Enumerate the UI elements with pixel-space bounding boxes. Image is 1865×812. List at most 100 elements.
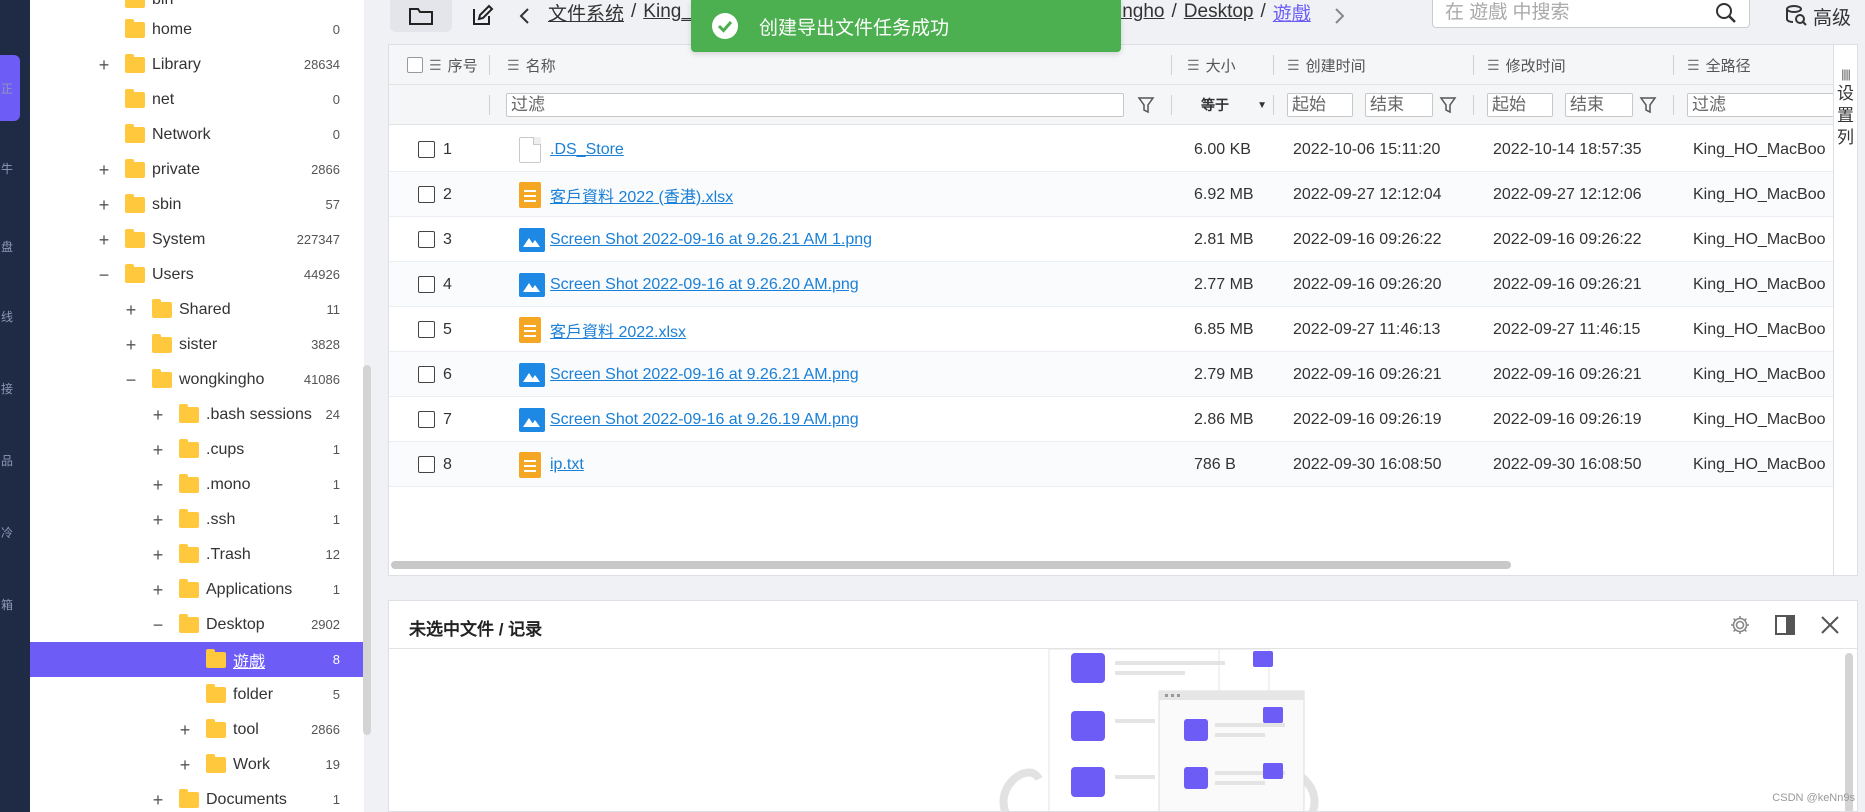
file-name-link[interactable]: 客戶資料 2022.xlsx — [550, 318, 686, 342]
column-header-index[interactable]: 序号 — [448, 55, 478, 76]
collapse-icon[interactable]: − — [97, 266, 111, 284]
tree-item[interactable]: + System 227347 — [30, 222, 364, 257]
tree-item[interactable]: + Applications 1 — [30, 572, 364, 607]
expand-icon[interactable]: + — [151, 581, 165, 599]
advanced-search-button[interactable]: 高级 — [1772, 0, 1864, 32]
column-divider[interactable] — [1171, 55, 1172, 75]
column-divider[interactable] — [1673, 55, 1674, 75]
rail-glyph[interactable]: 冷 — [0, 524, 14, 541]
rail-glyph[interactable]: 正 — [0, 80, 14, 97]
expand-icon[interactable]: + — [178, 721, 192, 739]
detail-scrollbar[interactable] — [1845, 653, 1853, 811]
tree-item[interactable]: + sbin 57 — [30, 187, 364, 222]
file-name-link[interactable]: 客戶資料 2022 (香港).xlsx — [550, 183, 733, 207]
tree-scrollbar[interactable] — [363, 365, 371, 735]
expand-icon[interactable]: + — [151, 406, 165, 424]
expand-icon[interactable]: + — [151, 476, 165, 494]
size-operator-select[interactable]: 等于 ▼ — [1185, 93, 1271, 117]
file-name-link[interactable]: Screen Shot 2022-09-16 at 9.26.21 AM.png — [550, 366, 859, 384]
search-input[interactable] — [1445, 2, 1705, 24]
expand-icon[interactable]: + — [124, 336, 138, 354]
tree-item[interactable]: − Users 44926 — [30, 257, 364, 292]
breadcrumb-current[interactable]: 遊戲 — [1273, 0, 1311, 26]
column-menu-icon[interactable]: ☰ — [507, 57, 520, 74]
file-name-link[interactable]: Screen Shot 2022-09-16 at 9.26.21 AM 1.p… — [550, 231, 872, 249]
filter-icon[interactable] — [1439, 96, 1457, 114]
table-row[interactable]: 1 .DS_Store 6.00 KB 2022-10-06 15:11:20 2022… — [389, 127, 1834, 172]
panel-toggle-icon[interactable] — [1774, 614, 1796, 636]
tree-item[interactable]: + tool 2866 — [30, 712, 364, 747]
tree-item[interactable]: + .mono 1 — [30, 467, 364, 502]
tree-item[interactable]: + Library 28634 — [30, 47, 364, 82]
tree-item[interactable]: folder 5 — [30, 677, 364, 712]
row-checkbox[interactable] — [418, 276, 435, 293]
tree-item[interactable]: + Shared 11 — [30, 292, 364, 327]
tree-item[interactable]: + .bash sessions 24 — [30, 397, 364, 432]
tree-item[interactable]: + .Trash 12 — [30, 537, 364, 572]
tree-item[interactable]: + private 2866 — [30, 152, 364, 187]
horizontal-scrollbar[interactable] — [389, 559, 1834, 569]
gear-icon[interactable] — [1729, 614, 1751, 636]
modified-start-input[interactable] — [1487, 93, 1553, 117]
back-button[interactable] — [512, 0, 536, 32]
tree-item[interactable]: Network 0 — [30, 117, 364, 152]
collapse-icon[interactable]: − — [124, 371, 138, 389]
rail-glyph[interactable]: 接 — [0, 380, 14, 397]
tree-item[interactable]: + Work 19 — [30, 747, 364, 782]
row-checkbox[interactable] — [418, 231, 435, 248]
breadcrumb-item[interactable]: ingho — [1118, 1, 1165, 23]
expand-icon[interactable]: + — [124, 301, 138, 319]
column-divider[interactable] — [489, 55, 490, 75]
expand-icon[interactable]: + — [151, 791, 165, 809]
table-row[interactable]: 8 ip.txt 786 B 2022-09-30 16:08:50 2022-09-3… — [389, 442, 1834, 487]
column-menu-icon[interactable]: ☰ — [1687, 57, 1700, 74]
tree-item[interactable]: − Desktop 2902 — [30, 607, 364, 642]
rail-glyph[interactable]: 牛 — [0, 160, 14, 177]
expand-icon[interactable]: + — [97, 231, 111, 249]
expand-icon[interactable]: + — [178, 756, 192, 774]
breadcrumb-item[interactable]: Desktop — [1184, 1, 1254, 23]
horizontal-scrollbar-thumb[interactable] — [391, 561, 1511, 569]
file-name-link[interactable]: ip.txt — [550, 456, 584, 474]
search-icon[interactable] — [1715, 2, 1737, 24]
modified-end-input[interactable] — [1565, 93, 1633, 117]
table-row[interactable]: 3 Screen Shot 2022-09-16 at 9.26.21 AM 1.… — [389, 217, 1834, 262]
breadcrumb-item[interactable]: 文件系统 — [548, 0, 624, 26]
row-checkbox[interactable] — [418, 411, 435, 428]
column-menu-icon[interactable]: ☰ — [1487, 57, 1500, 74]
tree-item[interactable]: 遊戲 8 — [30, 642, 364, 677]
created-start-input[interactable] — [1287, 93, 1353, 117]
path-filter-input[interactable] — [1687, 93, 1837, 117]
rail-glyph[interactable]: 箱 — [0, 596, 14, 613]
tree-item[interactable]: + Documents 1 — [30, 782, 364, 812]
column-header-path[interactable]: 全路径 — [1706, 55, 1751, 76]
table-row[interactable]: 6 Screen Shot 2022-09-16 at 9.26.21 AM.pn… — [389, 352, 1834, 397]
row-checkbox[interactable] — [418, 366, 435, 383]
row-checkbox[interactable] — [418, 456, 435, 473]
file-name-link[interactable]: Screen Shot 2022-09-16 at 9.26.20 AM.png — [550, 276, 859, 294]
folder-view-button[interactable] — [390, 0, 452, 32]
select-all-checkbox[interactable] — [407, 57, 423, 73]
table-row[interactable]: 4 Screen Shot 2022-09-16 at 9.26.20 AM.pn… — [389, 262, 1834, 307]
rail-glyph[interactable]: 盘 — [0, 238, 14, 255]
column-divider[interactable] — [1473, 55, 1474, 75]
column-header-modified[interactable]: 修改时间 — [1506, 55, 1566, 76]
created-end-input[interactable] — [1365, 93, 1433, 117]
column-menu-icon[interactable]: ☰ — [1187, 57, 1200, 74]
column-header-size[interactable]: 大小 — [1206, 55, 1236, 76]
file-name-link[interactable]: .DS_Store — [550, 141, 624, 159]
tree-item[interactable]: home 0 — [30, 12, 364, 47]
rail-glyph[interactable]: 品 — [0, 452, 14, 469]
close-icon[interactable] — [1819, 614, 1841, 636]
table-row[interactable]: 7 Screen Shot 2022-09-16 at 9.26.19 AM.pn… — [389, 397, 1834, 442]
tree-item[interactable]: + .cups 1 — [30, 432, 364, 467]
collapse-icon[interactable]: − — [151, 616, 165, 634]
tree-item[interactable]: − wongkingho 41086 — [30, 362, 364, 397]
tree-item[interactable]: + .ssh 1 — [30, 502, 364, 537]
rail-glyph[interactable]: 线 — [0, 308, 14, 325]
edit-button[interactable] — [464, 0, 500, 32]
filter-icon[interactable] — [1137, 96, 1155, 114]
expand-icon[interactable]: + — [97, 161, 111, 179]
tree-item[interactable]: + sister 3828 — [30, 327, 364, 362]
file-name-link[interactable]: Screen Shot 2022-09-16 at 9.26.19 AM.png — [550, 411, 859, 429]
